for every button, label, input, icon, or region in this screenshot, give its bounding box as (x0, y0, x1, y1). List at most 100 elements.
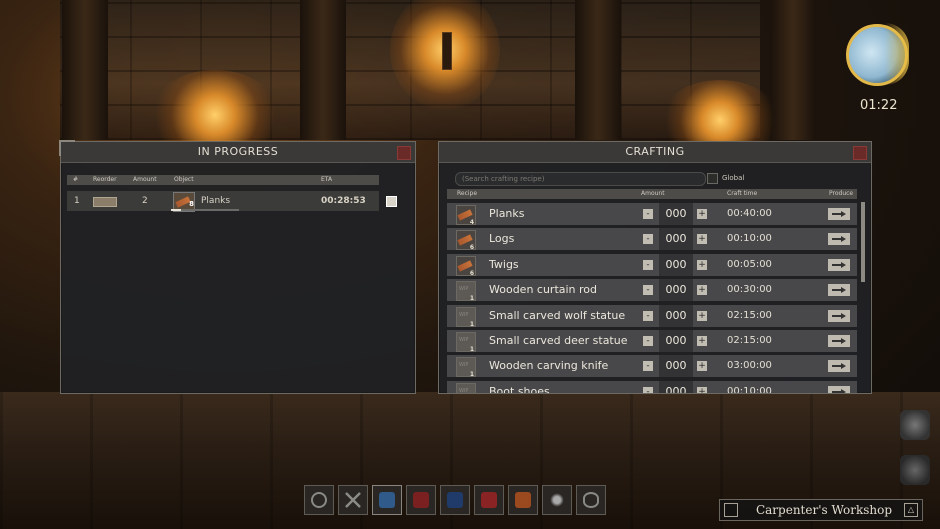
increase-button[interactable]: + (697, 335, 707, 346)
amount-input[interactable]: 000 (659, 253, 693, 276)
produce-button[interactable] (828, 309, 850, 322)
increase-button[interactable]: + (697, 209, 707, 219)
wooden-curtain-rod-icon: 1 (456, 281, 476, 302)
game-clock: 01:22 (860, 98, 898, 113)
produce-button[interactable] (828, 208, 850, 220)
amount-input[interactable]: 000 (659, 228, 693, 251)
recipe-list: 4 Planks -000 +00:40:00 6 Logs -000 +00:10:00 6 T… (447, 203, 857, 393)
icon-count: 1 (469, 345, 474, 353)
recipe-name: Logs (489, 232, 515, 246)
slot-red-rune[interactable] (474, 485, 504, 515)
craft-progress-bar (171, 209, 239, 211)
decrease-button[interactable]: - (643, 335, 653, 346)
craft-time: 00:10:00 (727, 233, 772, 245)
crafting-title: CRAFTING (439, 142, 871, 163)
bear-companion-icon[interactable] (900, 410, 930, 440)
global-checkbox[interactable] (707, 173, 718, 184)
decrease-button[interactable]: - (643, 285, 653, 296)
column-header: Amount (133, 176, 157, 183)
global-label: Global (722, 174, 745, 182)
small-carved-wolf-statue-icon: 1 (456, 306, 476, 328)
close-icon[interactable] (853, 146, 867, 160)
amount-input[interactable]: 000 (659, 355, 693, 378)
column-header: Produce (829, 190, 854, 197)
slot-blue-rune[interactable] (440, 485, 470, 515)
recipe-row[interactable]: 1 Small carved deer statue -000 +02:15:00 (447, 329, 857, 353)
crossed-swords-icon[interactable] (338, 485, 368, 515)
eye-icon[interactable] (576, 485, 606, 515)
recipe-row[interactable]: 1 Boot shoes -000 +00:10:00 (447, 380, 857, 393)
recipe-row[interactable]: 4 Planks -000 +00:40:00 (447, 203, 857, 226)
icon-count: 1 (469, 371, 474, 379)
recipe-scrollbar[interactable] (861, 202, 865, 282)
cancel-craft-button[interactable] (386, 196, 397, 207)
decrease-button[interactable]: - (643, 209, 653, 219)
amount-input[interactable]: 000 (659, 304, 693, 327)
decrease-button[interactable]: - (643, 259, 653, 270)
boot-shoes-icon: 1 (456, 382, 476, 393)
recipe-row[interactable]: 1 Wooden curtain rod -000 +00:30:00 (447, 279, 857, 302)
home-icon[interactable] (724, 503, 738, 517)
column-header: Amount (641, 190, 665, 197)
icon-count: 6 (469, 269, 474, 277)
slot-blue-rune[interactable] (372, 485, 402, 515)
queue-row[interactable]: 1 2 8 Planks 00:28:53 (67, 191, 379, 212)
in-progress-header: # Reorder Amount Object ETA (67, 175, 379, 185)
slot-fire-rune[interactable] (508, 485, 538, 515)
produce-button[interactable] (828, 385, 850, 393)
increase-button[interactable]: + (697, 386, 707, 393)
location-name: Carpenter's Workshop (755, 503, 893, 517)
produce-button[interactable] (828, 258, 850, 271)
produce-button[interactable] (828, 334, 850, 347)
amount-input[interactable]: 000 (659, 279, 693, 302)
backpack-icon[interactable] (900, 455, 930, 485)
craft-time: 02:15:00 (727, 309, 772, 321)
triangle-icon[interactable]: △ (904, 503, 918, 517)
reorder-handle[interactable] (93, 197, 117, 207)
shield-icon[interactable] (304, 485, 334, 515)
amount-input[interactable]: 000 (659, 380, 693, 393)
search-input[interactable]: (Search crafting recipe) (455, 172, 706, 186)
close-icon[interactable] (397, 146, 411, 160)
day-cycle-icon (846, 23, 909, 86)
column-header: Reorder (93, 176, 117, 183)
crafting-panel: CRAFTING (Search crafting recipe) Global… (438, 141, 872, 394)
craft-time: 00:05:00 (727, 258, 772, 270)
logs-icon: 6 (456, 230, 476, 252)
increase-button[interactable]: + (697, 259, 707, 270)
queue-eta: 00:28:53 (321, 196, 366, 206)
icon-count: 1 (469, 320, 474, 328)
increase-button[interactable]: + (697, 310, 707, 321)
health-heart-icon[interactable] (542, 485, 572, 515)
craft-time: 02:15:00 (727, 334, 772, 346)
produce-button[interactable] (828, 284, 850, 297)
icon-count: 6 (469, 244, 474, 252)
decrease-button[interactable]: - (643, 386, 653, 393)
torch-icon (442, 32, 452, 70)
amount-input[interactable]: 000 (659, 203, 693, 225)
recipe-row[interactable]: 1 Wooden carving knife -000 +03:00:00 (447, 355, 857, 379)
produce-button[interactable] (828, 360, 850, 373)
increase-button[interactable]: + (697, 285, 707, 296)
wooden-beam (575, 0, 621, 140)
wooden-beam (62, 0, 108, 140)
queue-index: 1 (74, 196, 80, 206)
location-bar: Carpenter's Workshop △ (719, 499, 923, 521)
recipe-row[interactable]: 1 Small carved wolf statue -000 +02:15:00 (447, 304, 857, 328)
column-header: ETA (321, 176, 333, 183)
decrease-button[interactable]: - (643, 361, 653, 372)
slot-red-rune[interactable] (406, 485, 436, 515)
increase-button[interactable]: + (697, 361, 707, 372)
recipe-name: Wooden carving knife (489, 359, 609, 373)
recipe-row[interactable]: 6 Twigs -000 +00:05:00 (447, 253, 857, 277)
decrease-button[interactable]: - (643, 234, 653, 245)
recipe-row[interactable]: 6 Logs -000 +00:10:00 (447, 228, 857, 252)
recipe-name: Small carved wolf statue (489, 308, 626, 322)
increase-button[interactable]: + (697, 234, 707, 245)
amount-input[interactable]: 000 (659, 329, 693, 352)
recipe-name: Twigs (489, 257, 519, 271)
decrease-button[interactable]: - (643, 310, 653, 321)
queue-amount: 2 (142, 196, 148, 206)
recipe-name: Planks (489, 207, 525, 220)
produce-button[interactable] (828, 233, 850, 246)
